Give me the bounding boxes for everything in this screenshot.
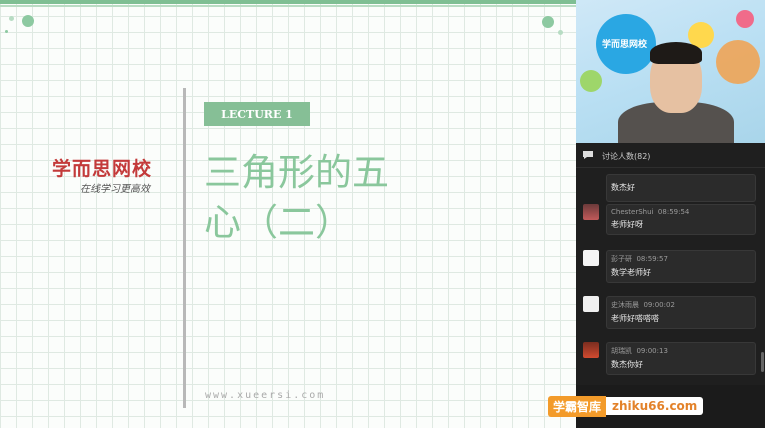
chat-message-meta: 史沐雨晨 09:00:02 xyxy=(607,297,755,310)
chat-message: 胡瑞凯 09:00:13 数杰你好 xyxy=(606,342,756,375)
chat-user-name: 彭子研 xyxy=(611,255,632,263)
chat-timestamp: 09:00:02 xyxy=(643,301,675,309)
chat-timestamp: 08:59:57 xyxy=(636,255,668,263)
chat-message-meta: ChesterShui 08:59:54 xyxy=(607,205,755,216)
chat-message-text: 数杰好 xyxy=(611,183,635,192)
user-avatar[interactable] xyxy=(583,342,599,358)
chat-user-name: ChesterShui xyxy=(611,208,654,216)
chat-user-name: 胡瑞凯 xyxy=(611,347,632,355)
chat-message-text: 老师好嗒嗒嗒 xyxy=(611,314,659,323)
decor-dot xyxy=(558,30,563,35)
chat-header: 讨论人数(82) xyxy=(576,145,765,168)
site-url: www.xueersi.com xyxy=(205,390,326,401)
teacher-video[interactable]: 学而思网校 xyxy=(576,0,765,143)
user-avatar[interactable] xyxy=(583,250,599,266)
lecture-slide: 学而思网校 在线学习更高效 LECTURE 1 三角形的五 心（二） www.x… xyxy=(0,0,576,428)
slide-top-stripe xyxy=(0,5,576,7)
chat-scrollbar[interactable] xyxy=(761,352,764,372)
watermark-brand: 学霸智库 xyxy=(548,395,607,417)
lecture-title-line2: 心（二） xyxy=(204,201,352,244)
lecture-title: 三角形的五 心（二） xyxy=(204,148,504,248)
watermark-site: zhiku66.com xyxy=(606,397,704,415)
slide-divider xyxy=(183,88,186,408)
brand-logo: 学而思网校 xyxy=(52,158,153,180)
brand-tagline: 在线学习更高效 xyxy=(80,184,150,195)
chat-timestamp: 09:00:13 xyxy=(636,347,668,355)
chat-message-list[interactable]: 数杰好 ChesterShui 08:59:54 老师好呀 彭子研 08:59:… xyxy=(576,170,765,385)
chat-message: 史沐雨晨 09:00:02 老师好嗒嗒嗒 xyxy=(606,296,756,329)
decor-dot xyxy=(542,16,554,28)
teacher-hair xyxy=(650,42,702,64)
lecture-label: LECTURE 1 xyxy=(204,102,310,126)
chat-message-text: 老师好呀 xyxy=(611,220,643,229)
user-avatar[interactable] xyxy=(583,296,599,312)
chat-message-meta: 胡瑞凯 09:00:13 xyxy=(607,343,755,356)
chat-message-text: 数学老师好 xyxy=(611,268,651,277)
video-bg-bubble xyxy=(736,10,754,28)
slide-top-bar xyxy=(0,0,576,4)
chat-timestamp: 08:59:54 xyxy=(657,208,690,216)
decor-dot xyxy=(22,15,34,27)
chat-message: ChesterShui 08:59:54 老师好呀 xyxy=(606,204,756,235)
decor-dot xyxy=(9,16,14,21)
chat-bubble-icon xyxy=(582,149,596,163)
chat-message-meta: 彭子研 08:59:57 xyxy=(607,251,755,264)
site-watermark: 学霸智库 zhiku66.com xyxy=(548,395,758,417)
chat-message-text: 数杰你好 xyxy=(611,360,643,369)
chat-user-name: 史沐雨晨 xyxy=(611,301,639,309)
decor-dot xyxy=(5,30,8,33)
chat-message: 数杰好 xyxy=(606,174,756,202)
side-panel: 学而思网校 讨论人数(82) 数杰好 ChesterShui 08:59:54 … xyxy=(576,0,765,428)
video-brand-logo: 学而思网校 xyxy=(602,40,648,50)
chat-participant-count: 讨论人数(82) xyxy=(602,151,651,161)
video-bg-bubble xyxy=(580,70,602,92)
lecture-title-line1: 三角形的五 xyxy=(204,151,389,194)
user-avatar[interactable] xyxy=(583,204,599,220)
video-bg-bubble xyxy=(716,40,760,84)
chat-message: 彭子研 08:59:57 数学老师好 xyxy=(606,250,756,283)
